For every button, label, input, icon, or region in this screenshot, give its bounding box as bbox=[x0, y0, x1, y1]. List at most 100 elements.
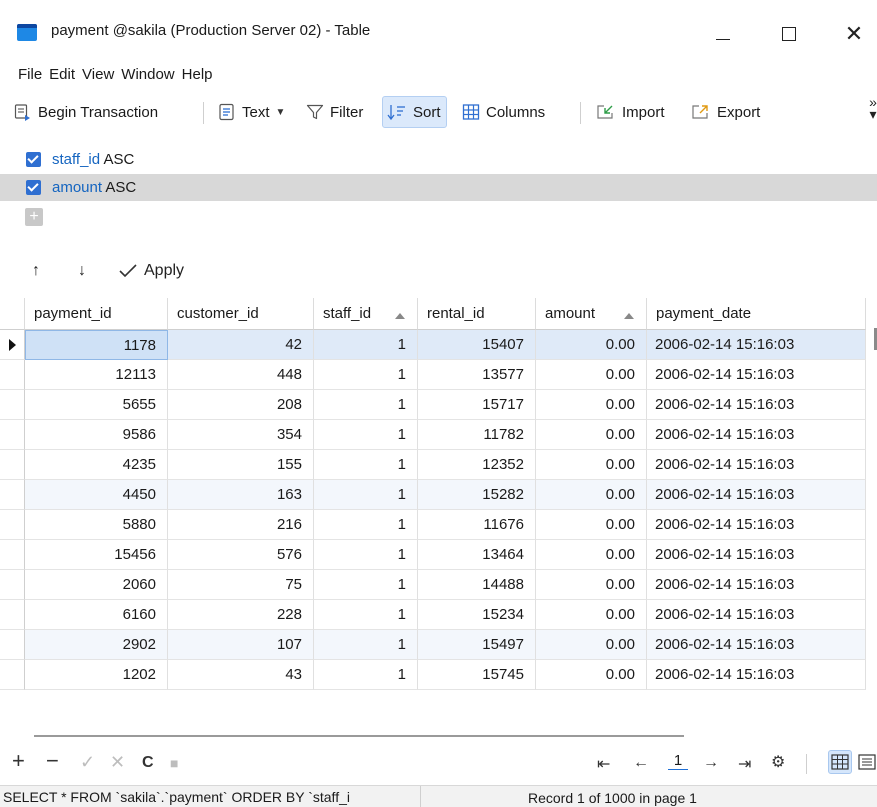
payment-date-cell[interactable]: 2006-02-14 15:16:03 bbox=[647, 510, 866, 540]
payment-id-cell[interactable]: 1178 bbox=[25, 330, 168, 360]
payment-date-cell[interactable]: 2006-02-14 15:16:03 bbox=[647, 600, 866, 630]
amount-cell[interactable]: 0.00 bbox=[536, 330, 647, 360]
staff-id-cell[interactable]: 1 bbox=[314, 630, 418, 660]
row-header[interactable] bbox=[0, 660, 25, 690]
payment-date-cell[interactable]: 2006-02-14 15:16:03 bbox=[647, 360, 866, 390]
row-header[interactable] bbox=[0, 540, 25, 570]
add-sort-rule-button[interactable]: + bbox=[25, 208, 43, 226]
payment-date-cell[interactable]: 2006-02-14 15:16:03 bbox=[647, 540, 866, 570]
row-header[interactable] bbox=[0, 450, 25, 480]
payment-date-cell[interactable]: 2006-02-14 15:16:03 bbox=[647, 420, 866, 450]
grid-view-button[interactable] bbox=[828, 750, 852, 774]
amount-cell[interactable]: 0.00 bbox=[536, 360, 647, 390]
rental-id-cell[interactable]: 15407 bbox=[418, 330, 536, 360]
payment-id-cell[interactable]: 12113 bbox=[25, 360, 168, 390]
last-page-button[interactable]: ⇥ bbox=[738, 754, 751, 774]
payment-date-cell[interactable]: 2006-02-14 15:16:03 bbox=[647, 480, 866, 510]
payment-id-cell[interactable]: 4450 bbox=[25, 480, 168, 510]
payment-id-cell[interactable]: 15456 bbox=[25, 540, 168, 570]
customer-id-cell[interactable]: 448 bbox=[168, 360, 314, 390]
minimize-button[interactable] bbox=[700, 14, 746, 54]
amount-cell[interactable]: 0.00 bbox=[536, 480, 647, 510]
close-button[interactable]: ✕ bbox=[831, 14, 877, 54]
discard-changes-button[interactable]: ✕ bbox=[110, 752, 125, 773]
table-row[interactable]: 5655 208 1 15717 0.00 2006-02-14 15:16:03 bbox=[0, 390, 866, 420]
payment-date-cell[interactable]: 2006-02-14 15:16:03 bbox=[647, 390, 866, 420]
payment-id-cell[interactable]: 5880 bbox=[25, 510, 168, 540]
horizontal-scrollbar[interactable] bbox=[34, 735, 684, 737]
staff-id-cell[interactable]: 1 bbox=[314, 570, 418, 600]
staff-id-cell[interactable]: 1 bbox=[314, 480, 418, 510]
import-button[interactable]: Import bbox=[596, 96, 665, 128]
first-page-button[interactable]: ⇤ bbox=[597, 754, 610, 774]
payment-date-cell[interactable]: 2006-02-14 15:16:03 bbox=[647, 630, 866, 660]
row-header[interactable] bbox=[0, 360, 25, 390]
payment-id-cell[interactable]: 2902 bbox=[25, 630, 168, 660]
menu-help[interactable]: Help bbox=[175, 62, 213, 88]
customer-id-cell[interactable]: 228 bbox=[168, 600, 314, 630]
customer-id-cell[interactable]: 75 bbox=[168, 570, 314, 600]
table-row[interactable]: 9586 354 1 11782 0.00 2006-02-14 15:16:03 bbox=[0, 420, 866, 450]
payment-date-cell[interactable]: 2006-02-14 15:16:03 bbox=[647, 450, 866, 480]
customer-id-cell[interactable]: 42 bbox=[168, 330, 314, 360]
amount-cell[interactable]: 0.00 bbox=[536, 600, 647, 630]
amount-cell[interactable]: 0.00 bbox=[536, 450, 647, 480]
customer-id-cell[interactable]: 208 bbox=[168, 390, 314, 420]
staff-id-cell[interactable]: 1 bbox=[314, 450, 418, 480]
payment-id-cell[interactable]: 6160 bbox=[25, 600, 168, 630]
payment-id-cell[interactable]: 9586 bbox=[25, 420, 168, 450]
settings-button[interactable]: ⚙ bbox=[771, 752, 785, 772]
payment-id-cell[interactable]: 1202 bbox=[25, 660, 168, 690]
table-row[interactable]: 6160 228 1 15234 0.00 2006-02-14 15:16:03 bbox=[0, 600, 866, 630]
rental-id-cell[interactable]: 11782 bbox=[418, 420, 536, 450]
amount-cell[interactable]: 0.00 bbox=[536, 630, 647, 660]
rental-id-cell[interactable]: 15234 bbox=[418, 600, 536, 630]
menu-window[interactable]: Window bbox=[114, 62, 174, 88]
sort-direction[interactable]: ASC bbox=[103, 151, 134, 168]
columns-button[interactable]: Columns bbox=[462, 96, 545, 128]
rental-id-cell[interactable]: 15745 bbox=[418, 660, 536, 690]
payment-date-cell[interactable]: 2006-02-14 15:16:03 bbox=[647, 330, 866, 360]
column-header-staff-id[interactable]: staff_id bbox=[314, 298, 418, 330]
sort-rule-row[interactable]: amount ASC bbox=[0, 174, 877, 201]
menu-edit[interactable]: Edit bbox=[42, 62, 75, 88]
staff-id-cell[interactable]: 1 bbox=[314, 360, 418, 390]
sort-field-name[interactable]: amount bbox=[52, 179, 102, 196]
table-row[interactable]: 5880 216 1 11676 0.00 2006-02-14 15:16:03 bbox=[0, 510, 866, 540]
sort-button[interactable]: Sort bbox=[382, 96, 447, 128]
apply-sort-button[interactable]: Apply bbox=[118, 262, 184, 280]
amount-cell[interactable]: 0.00 bbox=[536, 510, 647, 540]
form-view-button[interactable] bbox=[858, 750, 877, 774]
row-header[interactable] bbox=[0, 600, 25, 630]
row-header[interactable] bbox=[0, 510, 25, 540]
table-row[interactable]: 4450 163 1 15282 0.00 2006-02-14 15:16:03 bbox=[0, 480, 866, 510]
amount-cell[interactable]: 0.00 bbox=[536, 390, 647, 420]
rental-id-cell[interactable]: 13577 bbox=[418, 360, 536, 390]
export-button[interactable]: Export bbox=[691, 96, 760, 128]
rental-id-cell[interactable]: 13464 bbox=[418, 540, 536, 570]
add-record-button[interactable]: + bbox=[12, 748, 25, 774]
refresh-button[interactable]: C bbox=[142, 754, 154, 772]
customer-id-cell[interactable]: 354 bbox=[168, 420, 314, 450]
column-header-payment-date[interactable]: payment_date bbox=[647, 298, 866, 330]
customer-id-cell[interactable]: 107 bbox=[168, 630, 314, 660]
customer-id-cell[interactable]: 155 bbox=[168, 450, 314, 480]
staff-id-cell[interactable]: 1 bbox=[314, 600, 418, 630]
payment-id-cell[interactable]: 5655 bbox=[25, 390, 168, 420]
move-down-button[interactable]: ↓ bbox=[78, 262, 86, 280]
payment-date-cell[interactable]: 2006-02-14 15:16:03 bbox=[647, 570, 866, 600]
rental-id-cell[interactable]: 15717 bbox=[418, 390, 536, 420]
text-view-button[interactable]: Text ▼ bbox=[218, 96, 285, 128]
customer-id-cell[interactable]: 576 bbox=[168, 540, 314, 570]
table-row[interactable]: 2902 107 1 15497 0.00 2006-02-14 15:16:03 bbox=[0, 630, 866, 660]
row-header[interactable] bbox=[0, 630, 25, 660]
row-header[interactable] bbox=[0, 390, 25, 420]
rental-id-cell[interactable]: 14488 bbox=[418, 570, 536, 600]
page-number-input[interactable]: 1 bbox=[668, 752, 688, 770]
column-header-amount[interactable]: amount bbox=[536, 298, 647, 330]
row-header[interactable] bbox=[0, 480, 25, 510]
row-header[interactable] bbox=[0, 420, 25, 450]
stop-button[interactable]: ■ bbox=[170, 755, 178, 771]
row-header[interactable] bbox=[0, 570, 25, 600]
menu-view[interactable]: View bbox=[75, 62, 114, 88]
